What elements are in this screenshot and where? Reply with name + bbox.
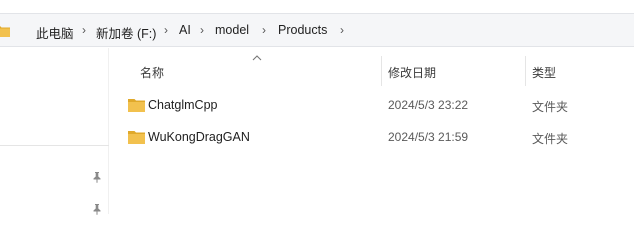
breadcrumb-separator[interactable]: › <box>262 23 266 37</box>
file-date: 2024/5/3 21:59 <box>388 130 469 144</box>
breadcrumb-model[interactable]: model <box>215 23 249 37</box>
breadcrumb-separator[interactable]: › <box>82 23 86 37</box>
breadcrumb-separator[interactable]: › <box>340 23 344 37</box>
file-date: 2024/5/3 23:22 <box>388 98 469 112</box>
navigation-pane[interactable] <box>0 48 109 215</box>
folder-icon <box>128 99 145 112</box>
folder-icon <box>0 26 10 37</box>
pin-icon[interactable] <box>92 171 102 183</box>
breadcrumb-this-pc[interactable]: 此电脑 <box>36 23 74 42</box>
list-item[interactable]: WuKongDragGAN 2024/5/3 21:59 文件夹 <box>124 123 634 151</box>
column-divider[interactable] <box>525 56 526 86</box>
breadcrumb-drive[interactable]: 新加卷 (F:) <box>96 23 156 42</box>
list-item[interactable]: ChatglmCpp 2024/5/3 23:22 文件夹 <box>124 91 634 119</box>
pin-icon[interactable] <box>92 203 102 215</box>
file-name: WuKongDragGAN <box>148 130 250 144</box>
breadcrumb-products[interactable]: Products <box>278 23 327 37</box>
folder-icon <box>128 131 145 144</box>
column-divider[interactable] <box>381 56 382 86</box>
column-header-name[interactable]: 名称 <box>140 64 164 81</box>
file-name: ChatglmCpp <box>148 98 218 112</box>
breadcrumb-separator[interactable]: › <box>200 23 204 37</box>
breadcrumb-separator[interactable]: › <box>164 23 168 37</box>
file-type: 文件夹 <box>532 100 569 114</box>
sort-up-arrow-icon <box>252 55 262 61</box>
address-bar[interactable]: 此电脑 › 新加卷 (F:) › AI › model › Products › <box>0 13 634 47</box>
file-type: 文件夹 <box>532 132 569 146</box>
nav-divider <box>0 145 109 146</box>
column-header-date-modified[interactable]: 修改日期 <box>388 64 436 81</box>
breadcrumb-ai[interactable]: AI <box>179 23 191 37</box>
column-header-type[interactable]: 类型 <box>532 64 556 81</box>
